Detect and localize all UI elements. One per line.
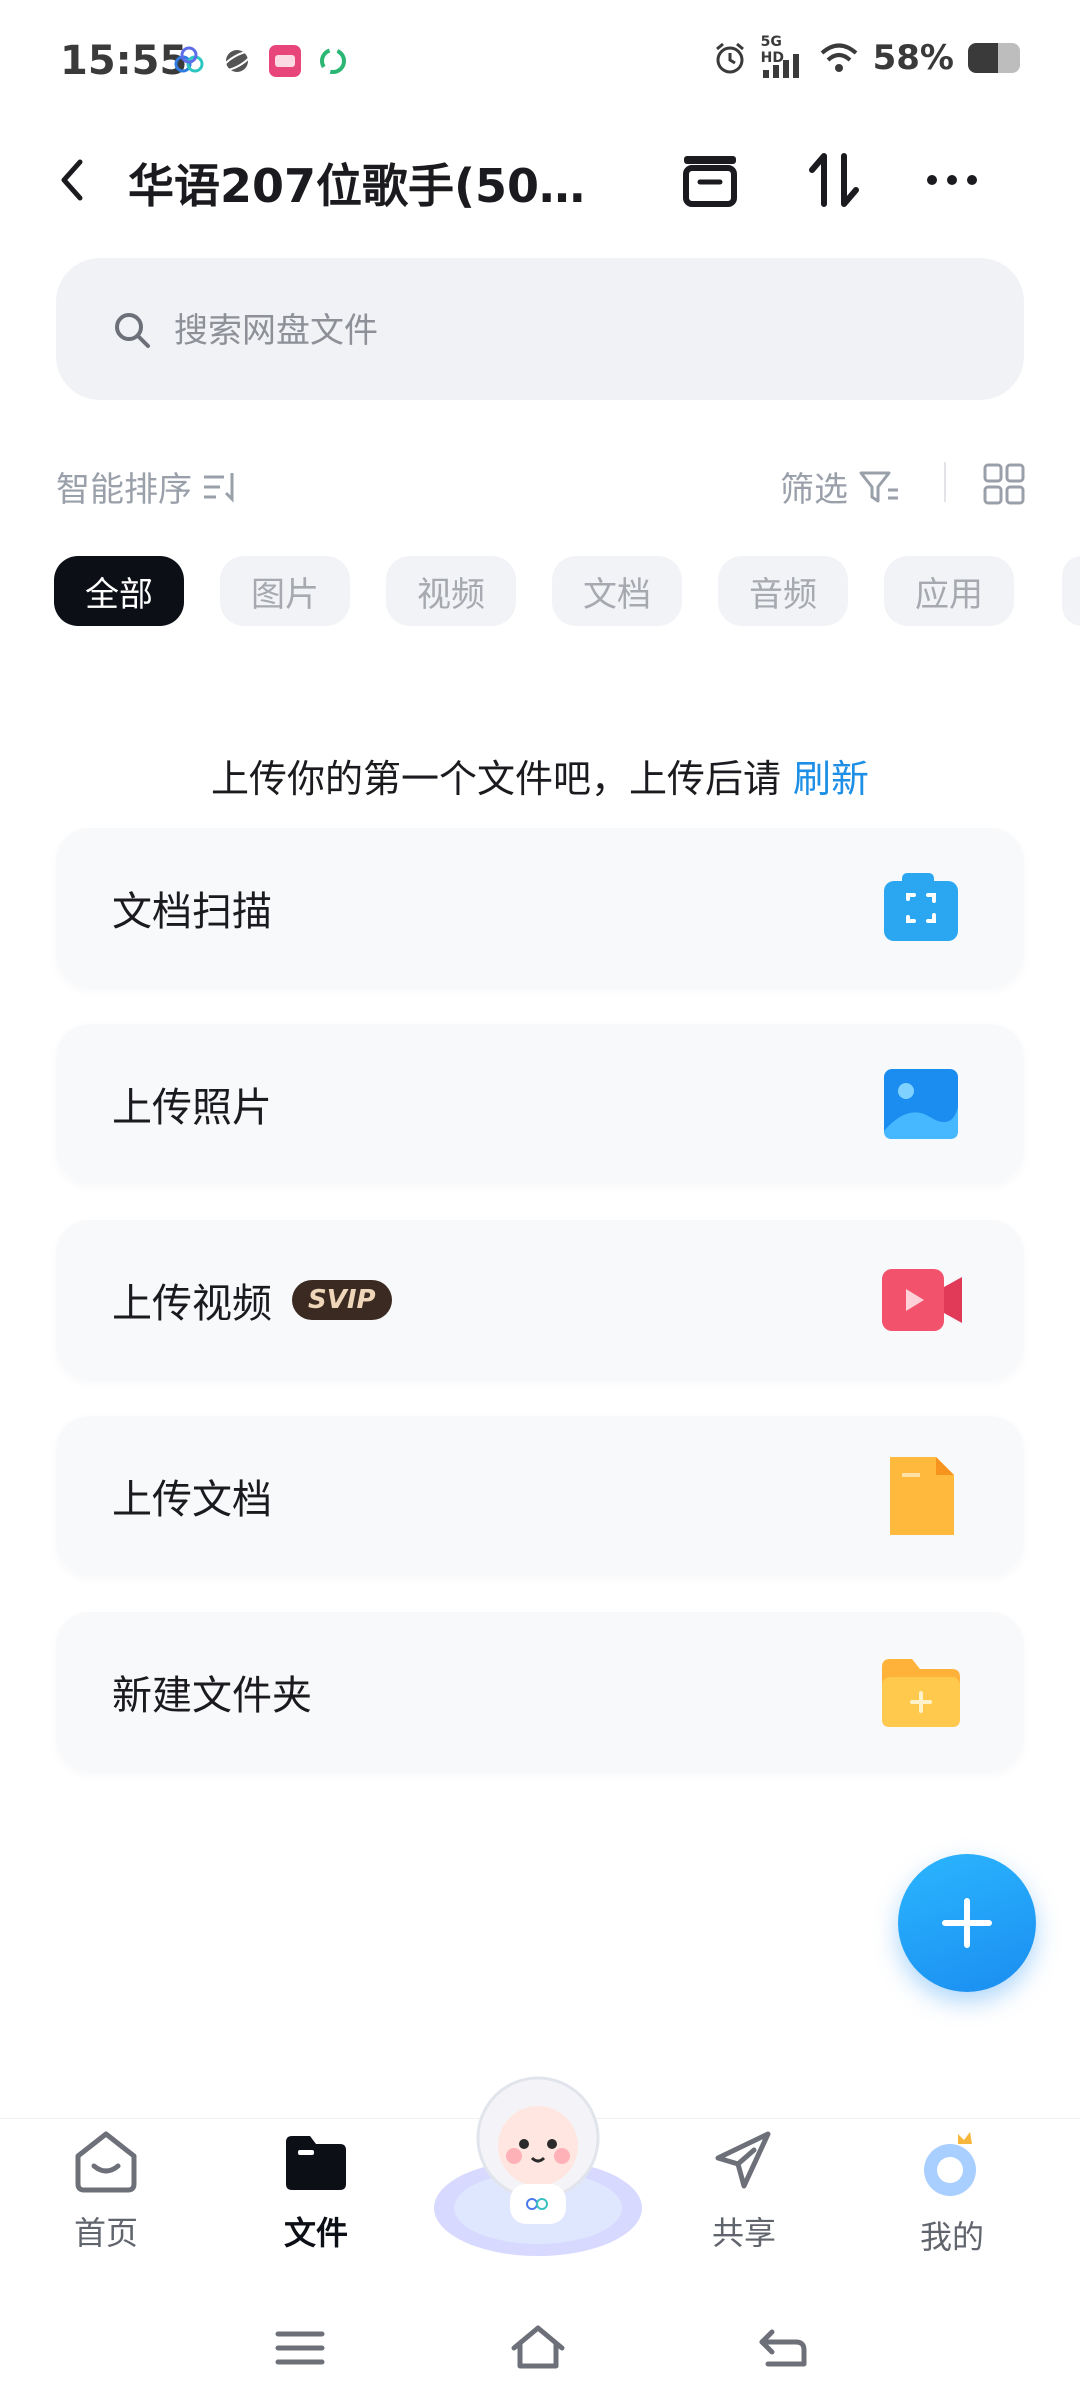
wifi-icon bbox=[820, 43, 857, 72]
category-tabs: 全部 图片 视频 文档 音频 应用 bbox=[54, 556, 1014, 626]
document-icon bbox=[890, 1457, 954, 1535]
pink-app-icon bbox=[269, 45, 301, 77]
green-app-icon bbox=[320, 48, 346, 74]
status-time: 15:55 bbox=[60, 38, 188, 84]
grid-view-icon[interactable] bbox=[982, 462, 1026, 506]
nav-label: 文件 bbox=[283, 2214, 348, 2252]
back-system-icon[interactable] bbox=[752, 2318, 812, 2378]
card-label: 上传照片 bbox=[112, 1085, 272, 1131]
sort-toggle-icon[interactable] bbox=[796, 142, 872, 218]
share-icon bbox=[715, 2131, 771, 2189]
card-label: 上传视频 bbox=[112, 1281, 272, 1327]
home-icon bbox=[75, 2131, 137, 2193]
notification-icons bbox=[172, 44, 350, 78]
nav-profile[interactable]: 我的 bbox=[872, 2128, 1032, 2258]
archive-icon[interactable] bbox=[672, 142, 748, 218]
upload-video-card[interactable]: 上传视频 SVIP bbox=[56, 1220, 1024, 1380]
more-icon[interactable] bbox=[914, 142, 990, 218]
plus-icon bbox=[942, 1898, 992, 1948]
empty-hint: 上传你的第一个文件吧，上传后请 刷新 bbox=[0, 748, 1080, 803]
nav-label: 首页 bbox=[73, 2214, 138, 2252]
card-label: 新建文件夹 bbox=[112, 1673, 312, 1719]
nav-files[interactable]: 文件 bbox=[236, 2128, 396, 2254]
page-title: 华语207位歌手(50… bbox=[128, 159, 586, 213]
tab-audio[interactable]: 音频 bbox=[718, 556, 848, 626]
sort-lines-icon bbox=[204, 472, 234, 503]
new-folder-card[interactable]: 新建文件夹 bbox=[56, 1612, 1024, 1772]
video-icon bbox=[882, 1269, 962, 1331]
nav-home[interactable]: 首页 bbox=[26, 2128, 186, 2254]
card-label: 文档扫描 bbox=[112, 889, 272, 935]
new-folder-icon bbox=[882, 1659, 960, 1727]
tab-videos[interactable]: 视频 bbox=[386, 556, 516, 626]
menu-icon[interactable] bbox=[270, 2318, 330, 2378]
card-label: 上传文档 bbox=[112, 1477, 272, 1523]
battery-percent: 58% bbox=[872, 38, 954, 78]
tab-overflow[interactable] bbox=[1062, 556, 1080, 626]
filter-button[interactable]: 筛选 bbox=[780, 462, 900, 511]
signal-icon: 5G HD bbox=[761, 34, 805, 78]
tab-all[interactable]: 全部 bbox=[54, 556, 184, 626]
empty-hint-text: 上传你的第一个文件吧，上传后请 bbox=[210, 757, 781, 801]
back-arrow-icon[interactable] bbox=[52, 150, 92, 210]
search-icon bbox=[115, 313, 150, 348]
svip-badge: SVIP bbox=[292, 1280, 392, 1320]
tab-apps[interactable]: 应用 bbox=[884, 556, 1014, 626]
nav-share[interactable]: 共享 bbox=[664, 2128, 824, 2254]
tab-documents[interactable]: 文档 bbox=[552, 556, 682, 626]
refresh-link[interactable]: 刷新 bbox=[793, 757, 869, 801]
filter-label: 筛选 bbox=[780, 470, 848, 510]
upload-document-card[interactable]: 上传文档 bbox=[56, 1416, 1024, 1576]
mascot-assistant-button[interactable] bbox=[428, 2058, 648, 2258]
alarm-icon bbox=[715, 42, 744, 74]
battery-icon bbox=[968, 43, 1020, 73]
scan-icon bbox=[884, 873, 958, 941]
folder-icon bbox=[286, 2136, 346, 2190]
search-input[interactable] bbox=[172, 300, 936, 362]
profile-icon bbox=[924, 2132, 976, 2196]
add-fab-button[interactable] bbox=[898, 1854, 1036, 1992]
nav-label: 我的 bbox=[919, 2218, 984, 2256]
smart-sort-button[interactable]: 智能排序 bbox=[56, 462, 240, 511]
cloud-app-icon bbox=[174, 46, 204, 73]
status-right: 5G HD 58% bbox=[713, 34, 1020, 78]
sort-label: 智能排序 bbox=[56, 470, 192, 510]
home-system-icon[interactable] bbox=[508, 2318, 568, 2378]
scan-document-card[interactable]: 文档扫描 bbox=[56, 828, 1024, 988]
nav-label: 共享 bbox=[711, 2214, 776, 2252]
toolbar-divider bbox=[944, 462, 946, 502]
photo-icon bbox=[884, 1069, 958, 1139]
filter-icon bbox=[859, 471, 898, 502]
upload-photo-card[interactable]: 上传照片 bbox=[56, 1024, 1024, 1184]
tab-images[interactable]: 图片 bbox=[220, 556, 350, 626]
planet-app-icon bbox=[221, 50, 253, 72]
